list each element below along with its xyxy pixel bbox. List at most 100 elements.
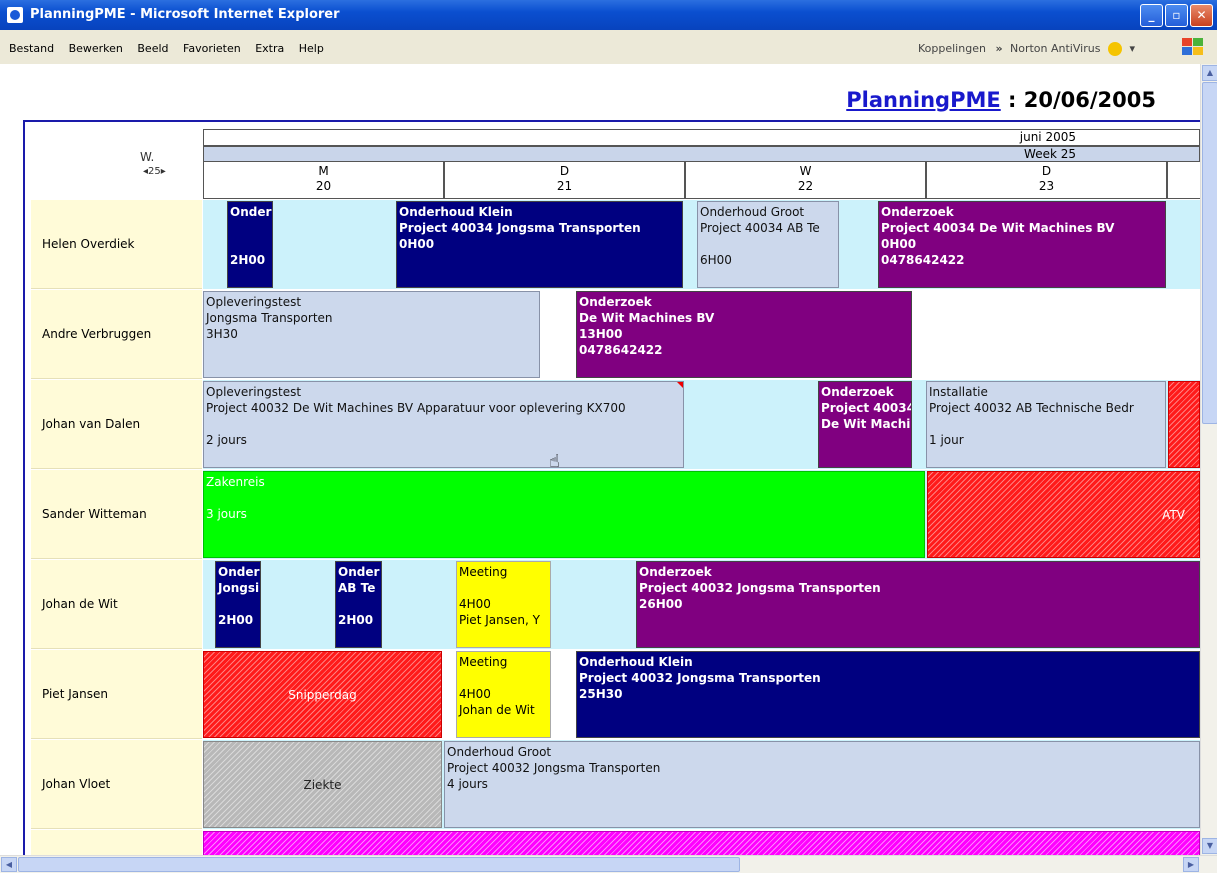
event-meeting[interactable]: Meeting 4H00 Piet Jansen, Y	[456, 561, 551, 648]
event-project: Project 40034 Jongsma Transporten	[399, 221, 641, 235]
employee-andre-verbruggen[interactable]: Andre Verbruggen	[31, 290, 202, 379]
event-onderhoud[interactable]: Onder Jongsi 2H00	[215, 561, 261, 648]
event-flag-icon	[677, 382, 683, 388]
event-duration: 3 jours	[206, 507, 247, 521]
day-number: 20	[315, 179, 332, 193]
event-onderhoud-klein[interactable]: Onderhoud Klein Project 40034 Jongsma Tr…	[396, 201, 683, 288]
week-navigator[interactable]: ◂25▸	[143, 166, 166, 177]
event-onderhoud[interactable]: Onder 2H00	[227, 201, 273, 288]
event-opleveringstest[interactable]: Opleveringstest Jongsma Transporten 3H30	[203, 291, 540, 378]
event-project: Jongsi	[218, 581, 260, 595]
event-title: Zakenreis	[206, 475, 265, 489]
planningpme-link[interactable]: PlanningPME	[846, 88, 1000, 112]
employee-sander-witteman[interactable]: Sander Witteman	[31, 470, 202, 559]
event-snipperdag[interactable]: Snipperdag	[203, 651, 442, 738]
event-absence[interactable]	[1168, 381, 1200, 468]
day-number: 22	[797, 179, 814, 193]
event-duration: 2H00	[338, 613, 374, 627]
windows-logo-icon	[1182, 38, 1204, 56]
event-onderzoek[interactable]: Onderzoek De Wit Machines BV 13H00 04786…	[576, 291, 912, 378]
event-project: Project 40032 Jongsma Transporten	[579, 671, 821, 685]
links-chevron-icon: »	[995, 42, 1003, 55]
event-title: Onderhoud Klein	[399, 205, 513, 219]
employee-helen-overdiek[interactable]: Helen Overdiek	[31, 200, 202, 289]
event-onderhoud-klein[interactable]: Onderhoud Klein Project 40032 Jongsma Tr…	[576, 651, 1200, 738]
event-ziekte[interactable]: Ziekte	[203, 741, 442, 828]
menu-favorieten[interactable]: Favorieten	[183, 42, 241, 55]
event-duration: 13H00	[579, 327, 623, 341]
event-title: Onderhoud Groot	[700, 205, 805, 219]
event-title: Onderhoud Groot	[447, 745, 552, 759]
menu-bar: Bestand Bewerken Beeld Favorieten Extra …	[0, 30, 1217, 65]
norton-label: Norton AntiVirus	[1010, 42, 1101, 55]
scroll-down-icon[interactable]: ▼	[1202, 838, 1217, 854]
maximize-button[interactable]: ▫	[1165, 4, 1188, 27]
event-client: De Wit Machi	[821, 417, 911, 431]
links-button[interactable]: Koppelingen »	[918, 42, 1003, 55]
event-meeting[interactable]: Meeting 4H00 Johan de Wit	[456, 651, 551, 738]
day-letter: D	[559, 164, 570, 178]
menu-help[interactable]: Help	[299, 42, 324, 55]
current-date: 20/06/2005	[1023, 88, 1156, 112]
employee-johan-vloet[interactable]: Johan Vloet	[31, 740, 202, 829]
employee-johan-van-dalen[interactable]: Johan van Dalen	[31, 380, 202, 469]
event-label: ATV	[1162, 508, 1185, 522]
scroll-thumb[interactable]	[1202, 82, 1217, 424]
event-project: AB Te	[338, 581, 376, 595]
event-participants: Johan de Wit	[459, 703, 535, 717]
event-onderzoek[interactable]: Onderzoek Project 40034 De Wit Machines …	[878, 201, 1166, 288]
event-absence[interactable]	[203, 831, 1200, 855]
event-onderhoud-groot[interactable]: Onderhoud Groot Project 40034 AB Te 6H00	[697, 201, 839, 288]
employee-piet-jansen[interactable]: Piet Jansen	[31, 650, 202, 739]
day-header-monday[interactable]: M 20	[203, 162, 444, 199]
employee-next[interactable]	[31, 830, 202, 855]
event-zakenreis[interactable]: Zakenreis 3 jours	[203, 471, 925, 558]
event-title: Onder	[218, 565, 260, 579]
scroll-thumb[interactable]	[18, 857, 740, 872]
event-installatie[interactable]: Installatie Project 40032 AB Technische …	[926, 381, 1166, 468]
day-letter: D	[1041, 164, 1052, 178]
scroll-left-icon[interactable]: ◀	[1, 857, 17, 872]
employee-johan-de-wit[interactable]: Johan de Wit	[31, 560, 202, 649]
day-header-wednesday[interactable]: W 22	[685, 162, 926, 199]
scroll-right-icon[interactable]: ▶	[1183, 857, 1199, 872]
event-duration: 25H30	[579, 687, 623, 701]
title-separator: :	[1000, 88, 1024, 112]
event-participants: Piet Jansen, Y	[459, 613, 540, 627]
event-onderzoek[interactable]: Onderzoek Project 40034 De Wit Machi	[818, 381, 912, 468]
event-project: De Wit Machines BV	[579, 311, 715, 325]
horizontal-scrollbar[interactable]: ◀ ▶	[0, 855, 1217, 873]
event-project: Project 40032 Jongsma Transporten	[447, 761, 661, 775]
event-title: Installatie	[929, 385, 988, 399]
event-atv[interactable]: ATV	[927, 471, 1200, 558]
month-header: juni 2005	[203, 129, 1200, 146]
day-header-friday[interactable]	[1167, 162, 1200, 199]
page-content: PlanningPME : 20/06/2005 W. ◂25▸ juni 20…	[0, 64, 1200, 855]
minimize-button[interactable]: _	[1140, 4, 1163, 27]
event-opleveringstest[interactable]: Opleveringstest Project 40032 De Wit Mac…	[203, 381, 684, 468]
menu-bewerken[interactable]: Bewerken	[69, 42, 123, 55]
week-label: W.	[140, 150, 155, 164]
close-button[interactable]: ✕	[1190, 4, 1213, 27]
event-onderzoek[interactable]: Onderzoek Project 40032 Jongsma Transpor…	[636, 561, 1200, 648]
day-letter: W	[799, 164, 812, 178]
day-letter: M	[318, 164, 329, 178]
vertical-scrollbar[interactable]: ▲ ▼	[1200, 64, 1217, 855]
event-onderhoud[interactable]: Onder AB Te 2H00	[335, 561, 382, 648]
norton-antivirus-button[interactable]: Norton AntiVirus ▾	[1010, 42, 1135, 56]
scroll-up-icon[interactable]: ▲	[1202, 65, 1217, 81]
event-duration: 0H00	[881, 237, 917, 251]
menu-beeld[interactable]: Beeld	[137, 42, 168, 55]
menu-bestand[interactable]: Bestand	[9, 42, 54, 55]
event-title: Onder	[230, 205, 272, 219]
event-duration: 0H00	[399, 237, 435, 251]
menu-extra[interactable]: Extra	[255, 42, 284, 55]
event-project: Project 40032 De Wit Machines BV Apparat…	[206, 401, 626, 415]
window-title: PlanningPME - Microsoft Internet Explore…	[30, 7, 340, 22]
event-label: Ziekte	[303, 777, 342, 792]
day-header-thursday[interactable]: D 23	[926, 162, 1167, 199]
event-duration: 4 jours	[447, 777, 488, 791]
event-onderhoud-groot[interactable]: Onderhoud Groot Project 40032 Jongsma Tr…	[444, 741, 1200, 828]
day-header-tuesday[interactable]: D 21	[444, 162, 685, 199]
day-number: 23	[1038, 179, 1055, 193]
